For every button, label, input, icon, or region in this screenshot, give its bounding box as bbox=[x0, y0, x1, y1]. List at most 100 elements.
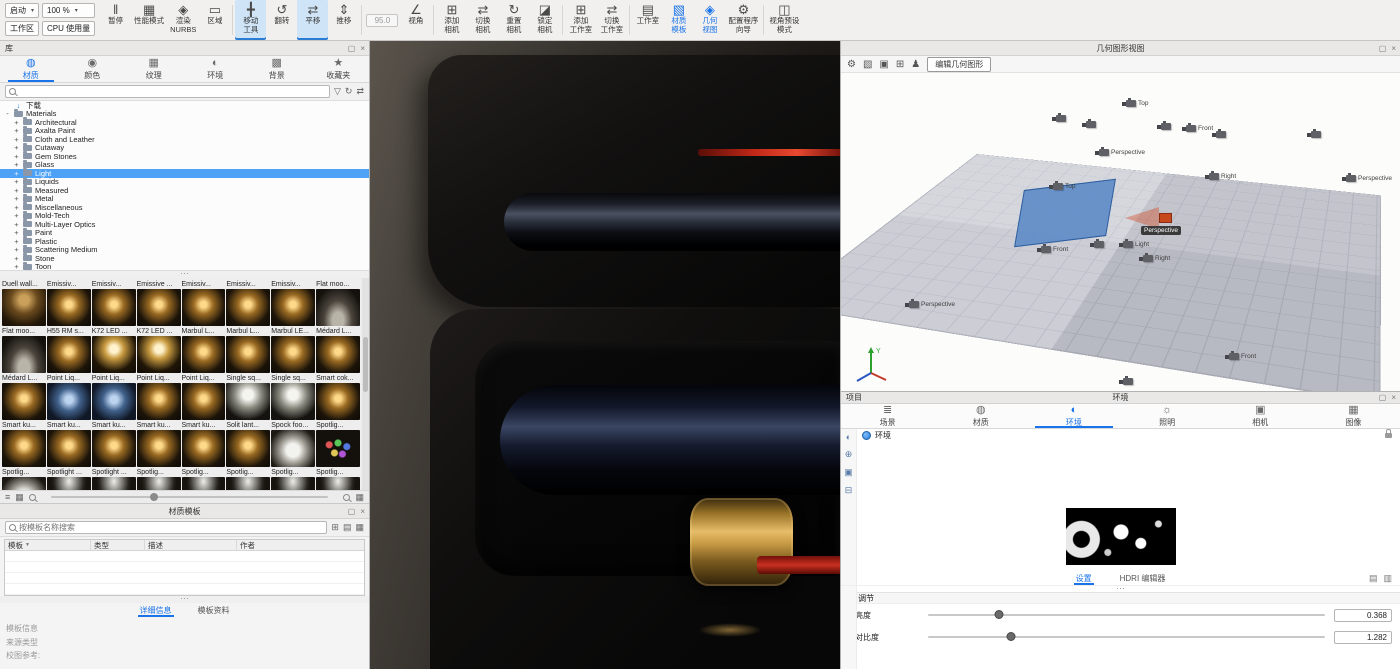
toolbar-button-configurator-wizard[interactable]: ⚙配置程序 向导 bbox=[725, 0, 761, 40]
material-thumbnail-cell[interactable]: K72 LED ... bbox=[92, 327, 136, 373]
project-tab-image[interactable]: ▦图像 bbox=[1307, 404, 1400, 428]
tree-item-Miscellaneous[interactable]: +Miscellaneous bbox=[0, 203, 369, 212]
templates-search-box[interactable] bbox=[5, 521, 327, 534]
material-thumbnail[interactable] bbox=[92, 477, 136, 490]
float-panel-icon[interactable]: ▢ bbox=[1379, 393, 1387, 402]
toolbar-button-switch-camera[interactable]: ⇄切换 相机 bbox=[467, 0, 498, 40]
material-thumbnail-cell[interactable]: Spotlight ... bbox=[92, 468, 136, 490]
material-thumbnail[interactable] bbox=[92, 383, 136, 420]
camera-object[interactable] bbox=[1086, 121, 1096, 128]
detail-tab-模板资料[interactable]: 模板资料 bbox=[196, 603, 232, 617]
tree-item-Materials[interactable]: -Materials bbox=[0, 110, 369, 119]
zoom-in-icon[interactable] bbox=[343, 494, 350, 501]
material-thumbnail[interactable] bbox=[271, 289, 315, 326]
library-search-box[interactable] bbox=[5, 85, 330, 98]
splitter-handle[interactable]: ⋯ bbox=[0, 596, 369, 603]
toolbar-button-preset-mode[interactable]: ◫视角预设 模式 bbox=[766, 0, 802, 40]
material-thumbnail[interactable] bbox=[47, 477, 91, 490]
material-thumbnail[interactable] bbox=[316, 336, 360, 373]
subtab-设置[interactable]: 设置 bbox=[1074, 571, 1094, 585]
material-thumbnail-cell[interactable]: Smart ku... bbox=[47, 421, 91, 467]
contrast-slider-knob[interactable] bbox=[1007, 632, 1016, 641]
material-thumbnail[interactable] bbox=[226, 477, 270, 490]
camera-object[interactable]: Front bbox=[1041, 246, 1068, 253]
camera-object[interactable] bbox=[1216, 131, 1226, 138]
camera-object[interactable]: Top bbox=[1126, 100, 1148, 107]
table-row[interactable] bbox=[5, 551, 364, 562]
material-thumbnail-cell[interactable]: Emissiv... bbox=[182, 280, 226, 326]
material-thumbnail-cell[interactable]: Smart ku... bbox=[182, 421, 226, 467]
toolbar-button-add-studio[interactable]: ⊞添加 工作室 bbox=[565, 0, 596, 40]
toolbar-button-material-template[interactable]: ▧材质 模板 bbox=[663, 0, 694, 40]
column-header-模板[interactable]: 模板▼ bbox=[5, 540, 91, 550]
display-mode-icon[interactable]: ▧ bbox=[863, 59, 872, 70]
material-thumbnail[interactable] bbox=[271, 336, 315, 373]
material-thumbnail[interactable] bbox=[271, 477, 315, 490]
camera-object[interactable]: Light bbox=[1123, 241, 1149, 248]
material-thumbnail-cell[interactable]: Solit lant... bbox=[226, 421, 270, 467]
contrast-value-field[interactable]: 1.282 bbox=[1334, 631, 1392, 644]
camera-object[interactable]: Perspective bbox=[1099, 149, 1145, 156]
zoom-out-icon[interactable] bbox=[29, 494, 36, 501]
tree-item-Mold-Tech[interactable]: +Mold-Tech bbox=[0, 212, 369, 221]
material-thumbnail[interactable] bbox=[47, 289, 91, 326]
toolbar-button-geometry-view[interactable]: ◈几何 视图 bbox=[694, 0, 725, 40]
tree-item-Axalta Paint[interactable]: +Axalta Paint bbox=[0, 127, 369, 136]
project-tab-lighting[interactable]: ☼照明 bbox=[1121, 404, 1214, 428]
toolbar-button-move-tool[interactable]: ╋移动 工具 bbox=[235, 0, 266, 40]
splitter-handle[interactable]: ⋯ bbox=[0, 271, 369, 278]
zoom-dropdown[interactable]: 100 %▾ bbox=[42, 3, 95, 18]
toolbar-button-pause[interactable]: ‖暂停 bbox=[100, 0, 131, 40]
library-tab-environments[interactable]: ◐环境 bbox=[185, 56, 247, 82]
toolbar-button-perspective[interactable]: ∠视角 bbox=[400, 0, 431, 40]
tree-item-Paint[interactable]: +Paint bbox=[0, 229, 369, 238]
project-tab-scene[interactable]: ≣场景 bbox=[841, 404, 934, 428]
camera-object[interactable] bbox=[1161, 123, 1171, 130]
material-thumbnail-cell[interactable]: Spotlig... bbox=[316, 468, 360, 490]
material-thumbnail-cell[interactable]: Smart ku... bbox=[92, 421, 136, 467]
column-header-描述[interactable]: 描述 bbox=[145, 540, 237, 550]
tree-expander[interactable]: + bbox=[13, 262, 20, 271]
save-icon[interactable]: ▥ bbox=[1383, 573, 1392, 584]
subtab-HDRI 编辑器[interactable]: HDRI 编辑器 bbox=[1118, 571, 1168, 585]
tree-item-Cloth and Leather[interactable]: +Cloth and Leather bbox=[0, 135, 369, 144]
material-thumbnail-cell[interactable]: Spotlight ... bbox=[47, 468, 91, 490]
toolbar-button-render-nurbs[interactable]: ◈渲染 NURBS bbox=[167, 0, 199, 40]
camera-object[interactable]: Perspective bbox=[1346, 175, 1392, 182]
toolbar-button-reset-camera[interactable]: ↻重置 相机 bbox=[498, 0, 529, 40]
human-figure-icon[interactable]: ♟ bbox=[911, 59, 920, 70]
column-header-作者[interactable]: 作者 bbox=[237, 540, 364, 550]
add-geometry-camera-icon[interactable]: ⊞ bbox=[896, 59, 904, 70]
material-thumbnail[interactable] bbox=[47, 383, 91, 420]
material-thumbnail-cell[interactable]: Flat moo... bbox=[316, 280, 360, 326]
material-thumbnail[interactable] bbox=[2, 289, 46, 326]
material-thumbnail[interactable] bbox=[182, 336, 226, 373]
material-thumbnail[interactable] bbox=[271, 383, 315, 420]
library-tab-materials[interactable]: ◍材质 bbox=[0, 56, 62, 82]
toolbar-button-region[interactable]: ▭区域 bbox=[199, 0, 230, 40]
tree-item-Glass[interactable]: +Glass bbox=[0, 161, 369, 170]
material-thumbnail[interactable] bbox=[226, 289, 270, 326]
camera-object[interactable]: Perspective bbox=[909, 301, 955, 308]
column-header-类型[interactable]: 类型 bbox=[91, 540, 145, 550]
toolbar-button-dolly[interactable]: ⇕推移 bbox=[328, 0, 359, 40]
material-thumbnail[interactable] bbox=[92, 289, 136, 326]
material-thumbnail[interactable] bbox=[182, 289, 226, 326]
tree-item-Scattering Medium[interactable]: +Scattering Medium bbox=[0, 246, 369, 255]
material-thumbnail-cell[interactable]: Médard L... bbox=[2, 374, 46, 420]
library-search-input[interactable] bbox=[19, 87, 326, 96]
material-thumbnail[interactable] bbox=[137, 430, 181, 467]
camera-object[interactable]: Front bbox=[1229, 353, 1256, 360]
table-row[interactable] bbox=[5, 573, 364, 584]
camera-object[interactable]: Top bbox=[1053, 183, 1075, 190]
library-tab-backplates[interactable]: ▩背景 bbox=[246, 56, 308, 82]
toolbar-button-switch-studio[interactable]: ⇄切换 工作室 bbox=[596, 0, 627, 40]
tree-expander[interactable]: - bbox=[4, 109, 11, 118]
material-thumbnail[interactable] bbox=[137, 336, 181, 373]
material-thumbnail[interactable] bbox=[226, 336, 270, 373]
import-template-icon[interactable]: ⊞ bbox=[331, 522, 339, 533]
camera-object[interactable] bbox=[1311, 131, 1321, 138]
grid-scrollbar[interactable] bbox=[362, 278, 369, 490]
material-thumbnail[interactable] bbox=[2, 477, 46, 490]
camera-object[interactable]: Right bbox=[1143, 255, 1170, 262]
